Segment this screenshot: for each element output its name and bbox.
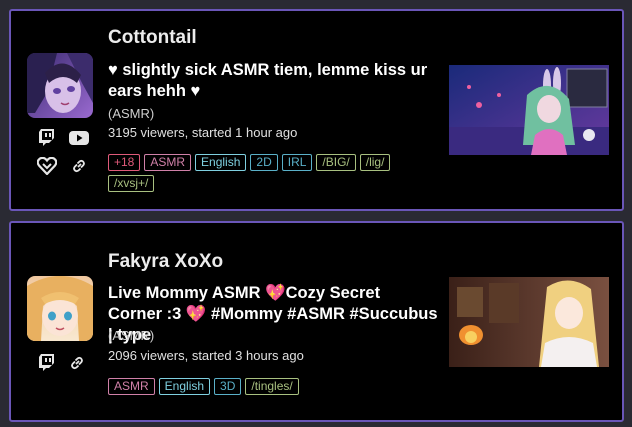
stream-stats: 2096 viewers, started 3 hours ago	[108, 348, 304, 363]
tag[interactable]: 2D	[250, 154, 278, 171]
stream-thumbnail[interactable]	[449, 65, 609, 155]
link-icon[interactable]	[71, 158, 87, 174]
tag[interactable]: /BIG/	[316, 154, 356, 171]
link-icon[interactable]	[69, 355, 85, 371]
tag[interactable]: ASMR	[144, 154, 192, 171]
tag[interactable]: English	[195, 154, 247, 171]
tag-list: +18 ASMR English 2D IRL /BIG/ /lig/ /xvs…	[108, 154, 438, 192]
tag[interactable]: English	[158, 378, 211, 395]
tag-list: ASMR English 3D /tingles/	[108, 378, 438, 395]
tag[interactable]: /tingles/	[245, 378, 299, 395]
tag[interactable]: +18	[108, 154, 141, 171]
tag[interactable]: ASMR	[108, 378, 155, 395]
tag[interactable]: /xvsj+/	[108, 175, 155, 192]
stream-category: (ASMR)	[108, 328, 155, 343]
social-links-row-1	[39, 354, 85, 371]
stream-card[interactable]: Fakyra XoXo Live Mommy ASMR 💖Cozy Secret…	[9, 221, 624, 422]
social-links-row-2	[37, 157, 87, 175]
streamer-name[interactable]: Cottontail	[108, 27, 197, 49]
stream-title[interactable]: Live Mommy ASMR 💖Cozy Secret Corner :3 💖…	[108, 283, 438, 346]
tag[interactable]: 3D	[214, 378, 242, 395]
twitch-icon[interactable]	[39, 354, 55, 371]
heart-link-icon[interactable]	[37, 157, 57, 175]
tag[interactable]: IRL	[281, 154, 313, 171]
avatar[interactable]	[27, 276, 93, 341]
youtube-icon[interactable]	[69, 130, 89, 145]
twitch-icon[interactable]	[39, 129, 55, 146]
avatar[interactable]	[27, 53, 93, 118]
tag[interactable]: /lig/	[359, 154, 391, 171]
social-links-row-1	[39, 129, 89, 146]
streamer-name[interactable]: Fakyra XoXo	[108, 251, 223, 273]
stream-thumbnail[interactable]	[449, 277, 609, 367]
stream-category: (ASMR)	[108, 106, 155, 121]
stream-stats: 3195 viewers, started 1 hour ago	[108, 125, 298, 140]
stream-card[interactable]: Cottontail ♥ slightly sick ASMR tiem, le…	[9, 9, 624, 211]
stream-title[interactable]: ♥ slightly sick ASMR tiem, lemme kiss ur…	[108, 60, 438, 102]
